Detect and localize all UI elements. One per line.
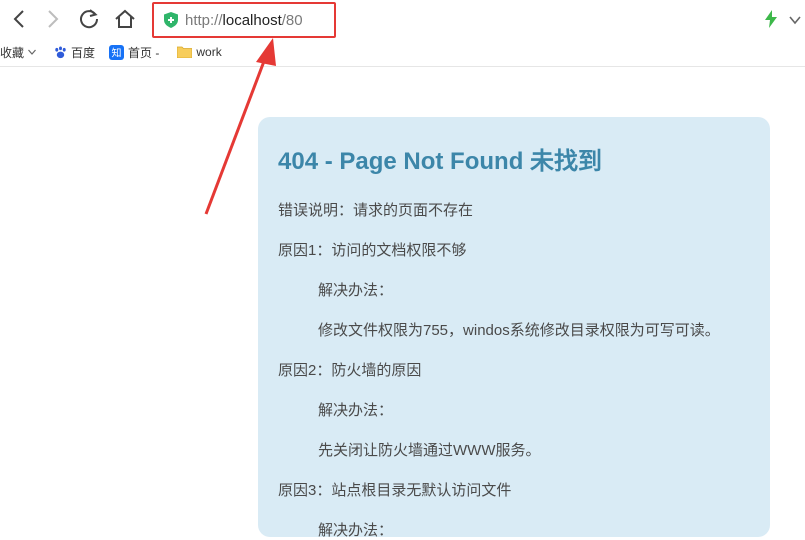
solution-2: 先关闭让防火墙通过WWW服务。 — [318, 442, 541, 459]
solution-label-1: 解决办法： — [318, 282, 394, 299]
svg-text:知: 知 — [112, 46, 122, 59]
page-title: 404 - Page Not Found 未找到 — [278, 148, 603, 175]
reason-1: 原因1：访问的文档权限不够 — [278, 242, 467, 259]
chevron-down-icon — [789, 16, 801, 25]
solution-label-3: 解决办法： — [318, 522, 394, 539]
folder-icon — [177, 46, 193, 58]
bookmark-baidu[interactable]: 百度 — [54, 44, 95, 61]
bookmark-favorites[interactable]: 收藏 — [0, 44, 40, 61]
home-icon — [115, 9, 135, 28]
browser-toolbar: http://localhost/80 — [0, 0, 805, 38]
reload-button[interactable] — [76, 6, 102, 32]
shield-icon — [164, 12, 178, 28]
reload-icon — [80, 9, 99, 29]
bookmarks-bar: 收藏 百度 知 首页 - work — [0, 38, 805, 67]
bookmark-label: work — [196, 45, 222, 59]
bookmark-work-folder[interactable]: work — [177, 45, 222, 59]
forward-arrow-icon — [48, 10, 59, 28]
zhihu-icon: 知 — [109, 44, 125, 60]
reason-3: 原因3：站点根目录无默认访问文件 — [278, 482, 512, 499]
bookmark-label: 百度 — [71, 45, 96, 60]
solution-1: 修改文件权限为755，windos系统修改目录权限为可写可读。 — [318, 322, 720, 339]
baidu-paw-icon — [54, 45, 67, 59]
home-button[interactable] — [112, 6, 138, 32]
reason-2: 原因2：防火墙的原因 — [278, 362, 422, 379]
error-description: 错误说明：请求的页面不存在 — [278, 202, 474, 219]
back-arrow-icon — [13, 10, 24, 28]
back-button[interactable] — [6, 6, 32, 32]
forward-button[interactable] — [40, 6, 66, 32]
bookmark-label: 首页 - — [128, 45, 160, 60]
lightning-icon — [765, 10, 777, 28]
chevron-down-icon — [28, 49, 36, 55]
bookmark-zhihu[interactable]: 知 首页 - — [109, 44, 159, 61]
address-bar[interactable]: http://localhost/80 — [152, 2, 336, 38]
solution-label-2: 解决办法： — [318, 402, 394, 419]
error-card: 404 - Page Not Found 未找到 错误说明：请求的页面不存在 原… — [258, 117, 770, 539]
url-host: localhost — [222, 11, 282, 29]
bookmark-label: 收藏 — [0, 45, 25, 60]
flash-button[interactable] — [765, 10, 777, 33]
url-path: /80 — [281, 11, 303, 29]
menu-dropdown-button[interactable] — [789, 12, 801, 30]
url-text[interactable]: http://localhost/80 — [185, 12, 303, 29]
url-scheme: http:// — [185, 11, 223, 29]
